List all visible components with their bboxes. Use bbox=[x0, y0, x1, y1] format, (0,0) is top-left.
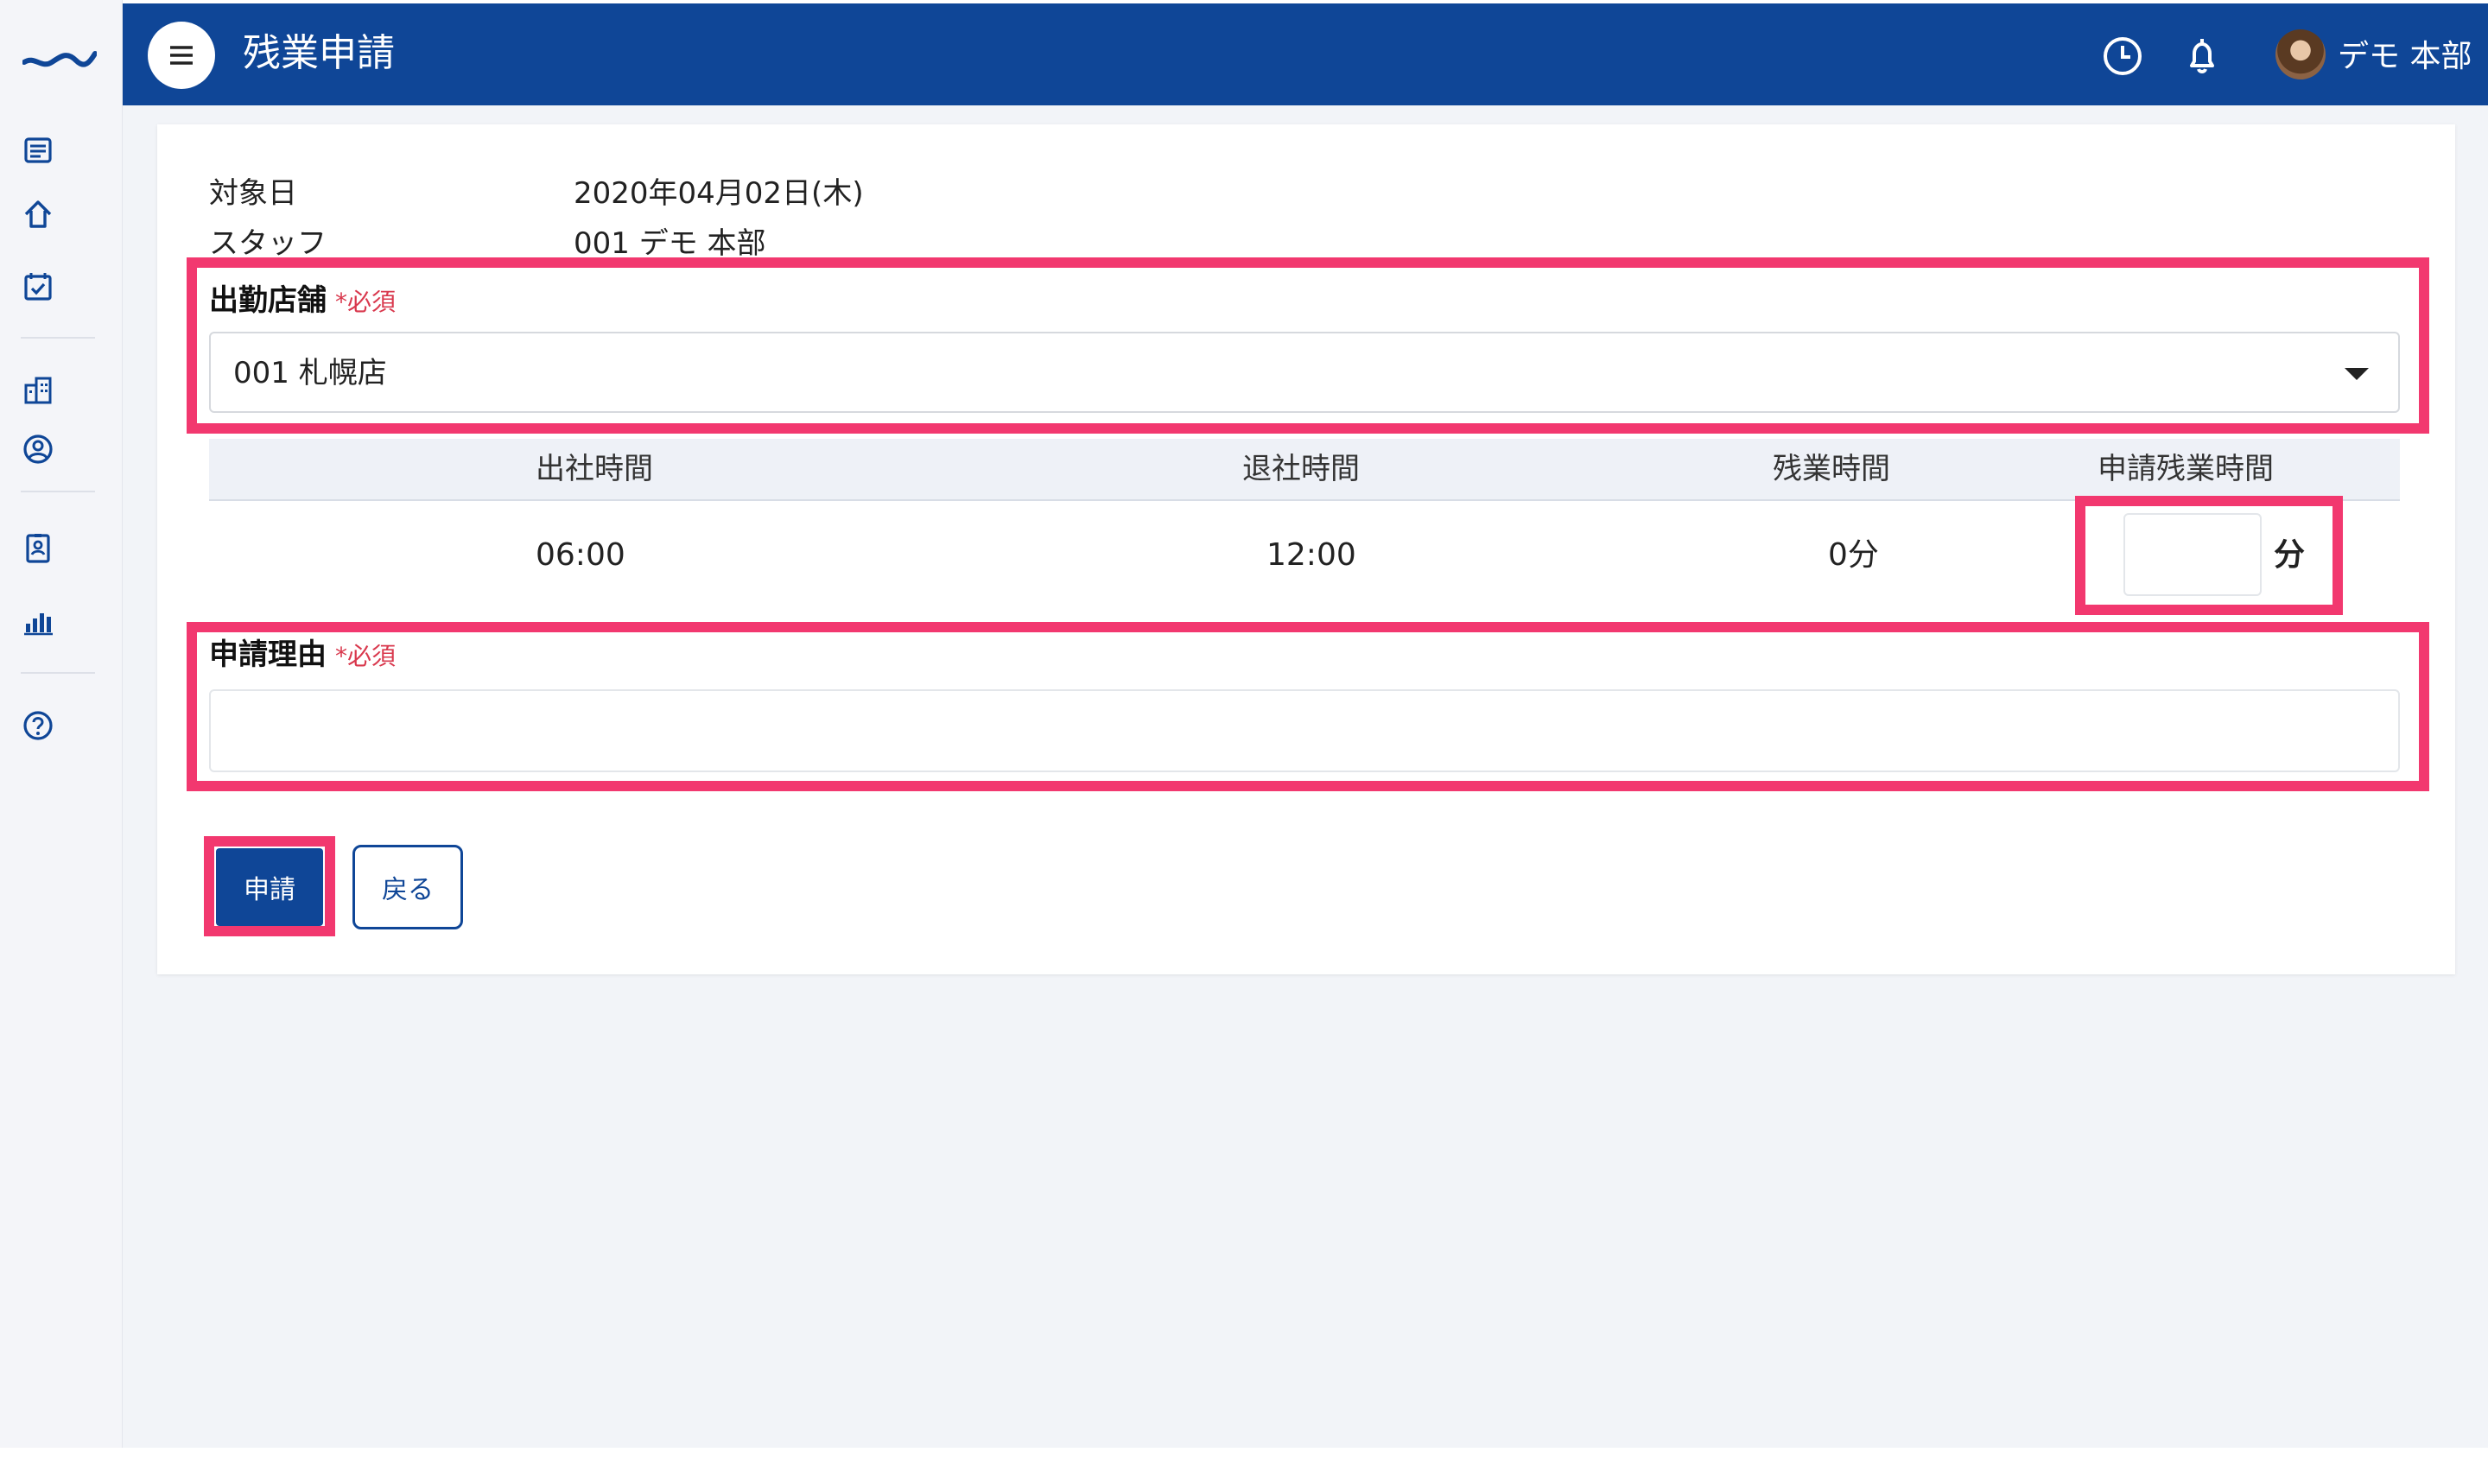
store-select-value: 001 札幌店 bbox=[233, 356, 387, 390]
building-icon[interactable] bbox=[21, 373, 55, 408]
user-circle-icon[interactable] bbox=[21, 432, 55, 466]
user-name[interactable]: デモ 本部 bbox=[2338, 36, 2472, 78]
home-icon[interactable] bbox=[21, 197, 55, 231]
help-icon[interactable] bbox=[21, 708, 55, 743]
header-overtime: 残業時間 bbox=[1773, 452, 1890, 486]
top-bar: 残業申請 デモ 本部 bbox=[123, 3, 2488, 105]
avatar[interactable] bbox=[2275, 29, 2326, 79]
staff-label: スタッフ bbox=[209, 226, 327, 261]
clock-in-value: 06:00 bbox=[536, 537, 625, 573]
table-header: 出社時間 退社時間 残業時間 申請残業時間 bbox=[209, 439, 2400, 501]
store-select[interactable]: 001 札幌店 bbox=[209, 332, 2400, 413]
header-clock-out: 退社時間 bbox=[1242, 452, 1360, 486]
staff-value: 001 デモ 本部 bbox=[574, 226, 766, 261]
list-icon[interactable] bbox=[21, 133, 55, 168]
minutes-unit: 分 bbox=[2274, 537, 2306, 573]
menu-button[interactable] bbox=[148, 22, 215, 89]
caret-down-icon bbox=[2345, 368, 2369, 380]
calendar-check-icon[interactable] bbox=[21, 270, 55, 304]
submit-button[interactable]: 申請 bbox=[216, 848, 323, 926]
reason-textarea[interactable] bbox=[209, 689, 2400, 772]
logo-icon bbox=[22, 51, 97, 67]
clock-icon[interactable] bbox=[2101, 35, 2144, 78]
store-label: 出勤店舗 *必須 bbox=[209, 282, 396, 321]
overtime-value: 0分 bbox=[1828, 537, 1879, 573]
required-mark: *必須 bbox=[335, 642, 397, 670]
date-label: 対象日 bbox=[209, 176, 297, 211]
sidebar bbox=[0, 0, 123, 1448]
clock-out-value: 12:00 bbox=[1266, 537, 1356, 573]
header-clock-in: 出社時間 bbox=[536, 452, 653, 486]
header-request-overtime: 申請残業時間 bbox=[2098, 452, 2274, 486]
bell-icon[interactable] bbox=[2180, 35, 2224, 78]
page-title: 残業申請 bbox=[243, 31, 395, 75]
reason-label-text: 申請理由 bbox=[209, 637, 327, 672]
store-label-text: 出勤店舗 bbox=[209, 283, 327, 318]
required-mark: *必須 bbox=[335, 288, 397, 316]
sidebar-divider bbox=[21, 672, 95, 674]
date-value: 2020年04月02日(木) bbox=[574, 176, 864, 211]
id-badge-icon[interactable] bbox=[21, 530, 55, 565]
request-minutes-input[interactable] bbox=[2123, 513, 2262, 596]
bar-chart-icon[interactable] bbox=[21, 605, 55, 639]
sidebar-divider bbox=[21, 337, 95, 339]
hamburger-icon bbox=[170, 46, 193, 65]
sidebar-divider bbox=[21, 491, 95, 492]
back-button[interactable]: 戻る bbox=[352, 845, 463, 929]
reason-label: 申請理由 *必須 bbox=[209, 636, 396, 675]
